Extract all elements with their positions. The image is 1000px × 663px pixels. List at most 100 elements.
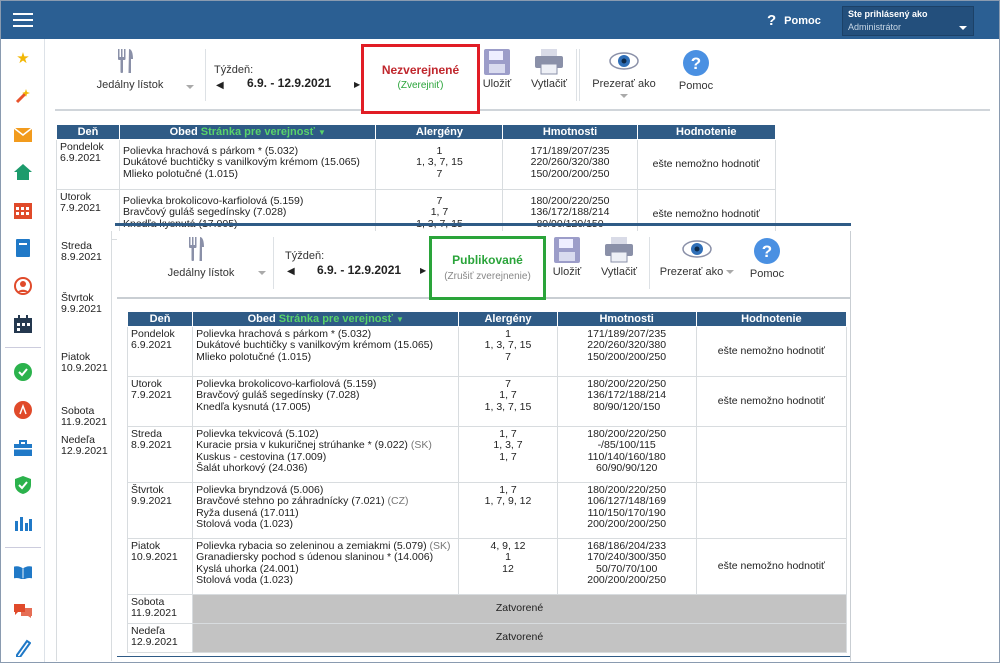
calendar-grid-icon[interactable]	[14, 202, 32, 220]
col-weights: Hmotnosti	[556, 311, 697, 327]
day-date: 7.9.2021	[131, 389, 172, 402]
star-icon[interactable]: ★	[14, 49, 32, 67]
weight-value: 60/90/90/120	[596, 462, 658, 475]
chevron-down-icon[interactable]: ▼	[318, 128, 326, 137]
check-circle-icon[interactable]	[14, 363, 32, 381]
save-label: Uložiť	[552, 266, 582, 278]
table-row: Piatok 10.9.2021 Polievka rybacia so zele…	[126, 538, 848, 595]
day-date: 6.9.2021	[60, 152, 101, 165]
week-range: 6.9. - 12.9.2021	[247, 76, 332, 90]
chevron-down-icon[interactable]	[258, 271, 266, 275]
help-circle-icon: ?	[683, 50, 709, 76]
view-as-button[interactable]: Prezerať ako	[588, 49, 660, 102]
book-open-icon[interactable]	[14, 563, 32, 581]
weight-value: 150/200/200/250	[587, 350, 667, 363]
save-button[interactable]: Uložiť	[549, 237, 585, 278]
status-published[interactable]: Publikované (Zrušiť zverejnenie)	[429, 236, 546, 300]
table-row: Utorok 7.9.2021 Polievka brokolicovo-karf…	[126, 376, 848, 427]
print-button[interactable]: Vytlačiť	[525, 49, 573, 90]
rating-value: ešte nemožno hodnotiť	[695, 376, 848, 427]
printer-icon	[605, 237, 633, 263]
briefcase-icon[interactable]	[14, 439, 32, 457]
menu-selector[interactable]: Jedálny lístok	[161, 237, 234, 279]
help-button[interactable]: ? Pomoc	[747, 237, 787, 280]
print-button[interactable]: Vytlačiť	[595, 237, 643, 278]
next-week-arrow-icon[interactable]: ▶	[354, 80, 360, 89]
calendar-icon[interactable]	[14, 315, 32, 333]
rating-value: ešte nemožno hodnotiť	[695, 538, 848, 595]
rating-value	[695, 482, 848, 539]
day-date: 11.9.2021	[61, 416, 107, 429]
chevron-down-icon	[959, 26, 967, 30]
weight-value: 200/200/200/250	[587, 574, 667, 587]
floppy-disk-icon	[554, 237, 580, 263]
col-day: Deň	[56, 124, 120, 140]
magic-wand-icon[interactable]	[14, 87, 32, 105]
rating-value: ešte nemožno hodnotiť	[636, 139, 777, 190]
day-date: 8.9.2021	[131, 439, 172, 452]
table-row: Sobota 11.9.2021 Zatvorené	[126, 594, 847, 624]
print-label: Vytlačiť	[600, 266, 638, 278]
publish-link[interactable]: (Zverejniť)	[364, 80, 477, 91]
public-page-link[interactable]: Stránka pre verejnosť	[279, 313, 393, 325]
col-lunch-label: Obed	[169, 126, 198, 138]
allergen-value: 1, 3, 7, 15	[484, 400, 532, 413]
sidebar-divider	[5, 347, 41, 348]
question-icon: ?	[767, 12, 777, 29]
prev-week-arrow-icon[interactable]: ◀	[287, 266, 295, 277]
app-window: ? Pomoc Ste prihlásený ako Administrátor…	[0, 0, 1000, 663]
col-allergens: Alergény	[375, 124, 504, 140]
view-as-label: Prezerať ako	[659, 266, 724, 278]
toolbar-divider	[649, 237, 650, 289]
public-page-link[interactable]: Stránka pre verejnosť	[201, 126, 315, 138]
week-label: Týždeň:	[214, 64, 254, 76]
allergen-value: 1, 7	[499, 450, 517, 463]
back-day-column: Streda 8.9.2021 Štvrtok 9.9.2021 Piatok 10.…	[56, 231, 112, 661]
overlay-right-border	[850, 231, 851, 661]
rating-value: ešte nemožno hodnotiť	[695, 326, 848, 377]
status-unpublished-title: Nezverejnené	[381, 63, 460, 77]
chevron-down-icon[interactable]: ▼	[396, 315, 404, 324]
weight-value: 80/90/120/150	[593, 400, 661, 413]
chevron-down-icon	[726, 270, 735, 275]
notebook-icon[interactable]	[14, 239, 32, 257]
save-button[interactable]: Uložiť	[479, 49, 515, 90]
col-rating: Hodnotenie	[636, 124, 777, 140]
help-label: Pomoc	[678, 80, 714, 92]
hamburger-menu-icon[interactable]	[13, 13, 33, 27]
chevron-down-icon[interactable]	[186, 85, 194, 89]
shield-check-icon[interactable]	[14, 476, 32, 494]
status-unpublished[interactable]: Nezverejnené (Zverejniť)	[361, 44, 480, 114]
meal-item: Polievka rybacia so zeleninou a zemiakmi…	[196, 540, 427, 552]
view-as-button[interactable]: Prezerať ako	[657, 237, 737, 278]
menu-label: Jedálny lístok	[96, 79, 164, 91]
bar-chart-icon[interactable]	[14, 514, 32, 532]
rating-value	[695, 426, 848, 483]
pen-icon[interactable]	[14, 639, 32, 657]
help-button[interactable]: ? Pomoc	[676, 49, 716, 92]
help-link[interactable]: ? Pomoc	[767, 12, 821, 29]
eye-icon	[682, 240, 712, 258]
prev-week-arrow-icon[interactable]: ◀	[216, 80, 224, 91]
menu-selector[interactable]: Jedálny lístok	[90, 49, 163, 91]
col-lunch-label: Obed	[247, 313, 276, 325]
print-label: Vytlačiť	[530, 78, 568, 90]
table-row: Štvrtok 9.9.2021 Polievka bryndzová (5.00…	[126, 482, 848, 539]
meal-tag: (SK)	[429, 540, 451, 552]
alert-circle-icon[interactable]	[14, 401, 32, 419]
toolbar-divider	[579, 49, 580, 101]
person-icon[interactable]	[14, 277, 32, 295]
home-icon[interactable]	[14, 163, 32, 181]
meal-tag: (SK)	[410, 439, 432, 452]
next-week-arrow-icon[interactable]: ▶	[420, 266, 426, 275]
toolbar-divider	[576, 49, 577, 101]
mail-icon[interactable]	[14, 126, 32, 144]
user-dropdown[interactable]: Ste prihlásený ako Administrátor	[842, 6, 974, 36]
day-date: 11.9.2021	[131, 607, 177, 620]
meal-item: Knedľa kysnutá (17.005)	[196, 400, 311, 413]
user-label: Ste prihlásený ako	[848, 9, 928, 19]
meal-item: Bravčové stehno po záhradnícky (7.021)	[196, 495, 385, 508]
unpublish-link[interactable]: (Zrušiť zverejnenie)	[432, 271, 543, 282]
chat-icon[interactable]	[14, 601, 32, 619]
closed-label: Zatvorené	[192, 623, 847, 653]
